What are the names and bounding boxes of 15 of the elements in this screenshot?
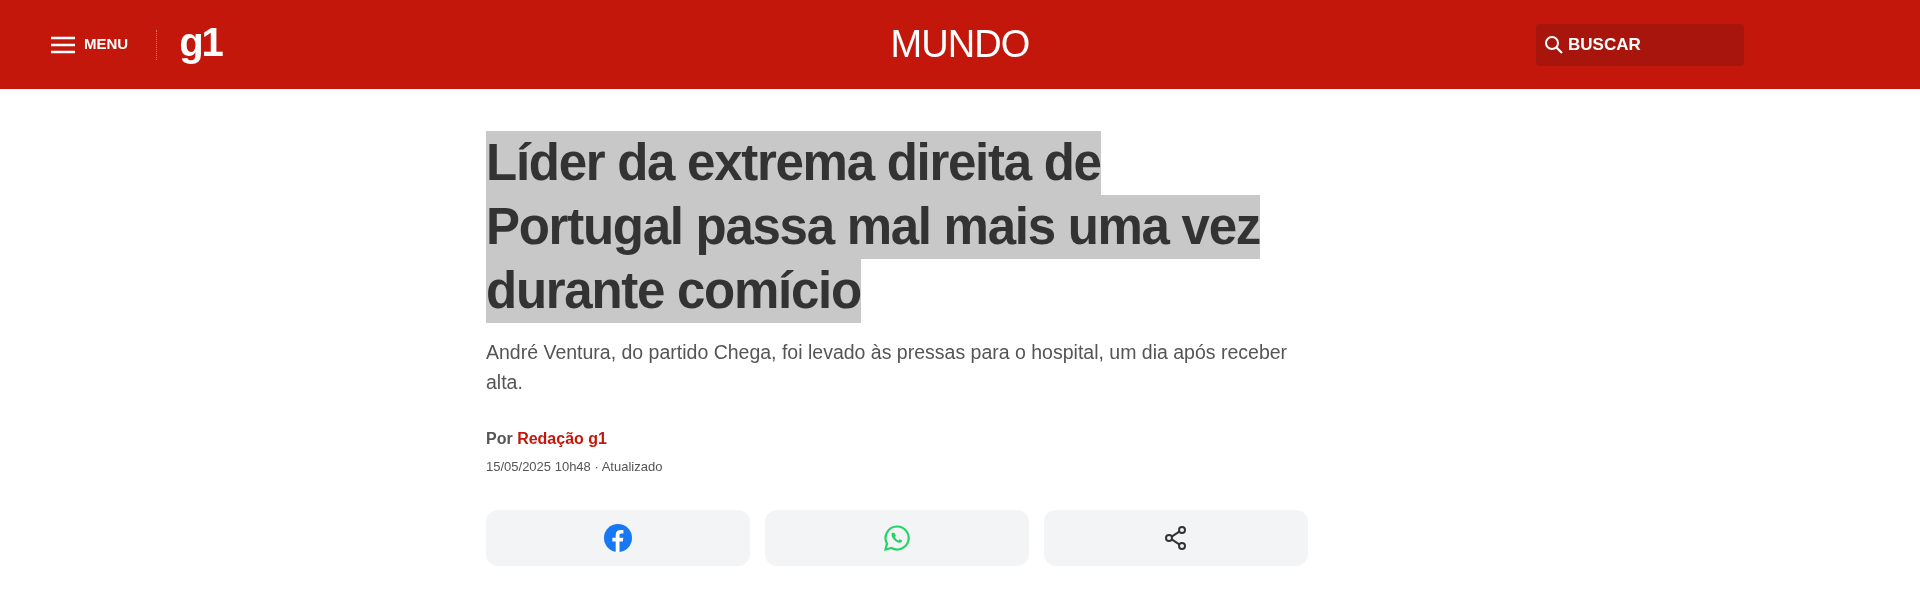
share-share-button[interactable] [1044,509,1308,566]
search-icon [1544,34,1564,55]
menu-button[interactable]: MENU [50,33,129,56]
byline-label: Por [486,430,513,447]
logo[interactable]: g1 [179,21,222,62]
facebook-share-button[interactable] [486,509,750,566]
whatsapp-icon [883,523,911,552]
whatsapp-share-button[interactable] [765,509,1029,566]
section-title: MUNDO [890,22,1030,67]
timestamp: 15/05/2025 10h48 · Atualizado [486,458,664,476]
subtitle: André Ventura, do partido Chega, foi levado às pressas para o hospital, um dia após receber alta. [486,340,1289,395]
facebook-icon [604,523,632,552]
search-button[interactable]: BUSCAR [1536,23,1744,66]
author-link[interactable]: Redação g1 [517,430,607,447]
menu-icon [50,34,76,55]
